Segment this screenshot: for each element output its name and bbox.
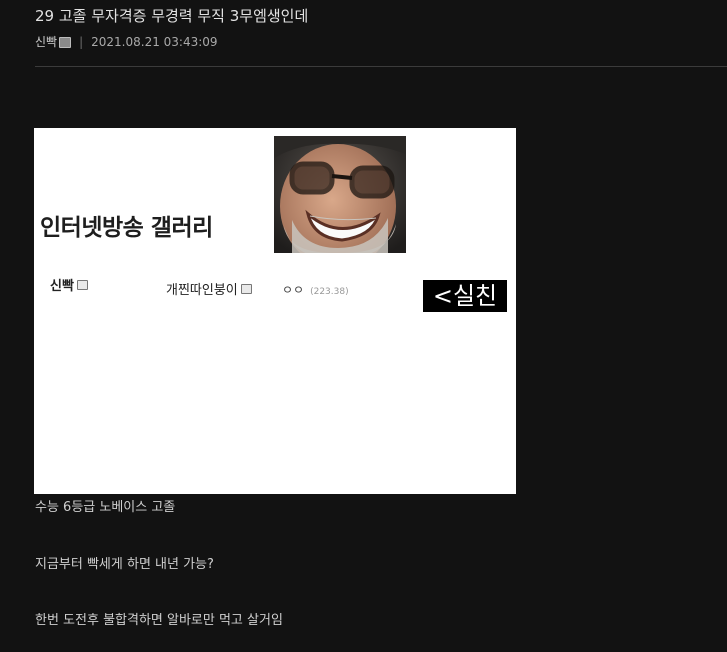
post-image: 인터넷방송 갤러리 신빡 개찐따인붕이 ㅇㅇ (223.38) <실친: [34, 128, 516, 494]
header-divider: [35, 66, 727, 67]
image-comment-ip: (223.38): [310, 287, 349, 297]
gallog-icon[interactable]: [59, 37, 72, 48]
face-photo: [274, 136, 406, 253]
meta-separator: |: [79, 34, 84, 49]
body-line-2: 지금부터 빡세게 하면 내년 가능?: [35, 557, 214, 572]
commenter-2: 개찐따인붕이: [166, 279, 252, 298]
commenter-1-nick: 신빡: [50, 279, 74, 294]
image-comment: ㅇㅇ (223.38): [282, 281, 349, 298]
commenter-1: 신빡: [50, 275, 88, 294]
post-title: 29 고졸 무자격증 무경력 무직 3무엠생인데: [35, 7, 309, 25]
gallog-icon: [76, 279, 88, 290]
image-comment-text: ㅇㅇ: [282, 283, 305, 297]
image-gallery-name: 인터넷방송 갤러리: [40, 215, 213, 241]
author-name[interactable]: 신빡: [35, 33, 57, 50]
post-meta: 신빡 | 2021.08.21 03:43:09: [35, 33, 218, 50]
image-caption: <실친: [423, 280, 507, 312]
body-line-1: 수능 6등급 노베이스 고졸: [35, 500, 176, 515]
gallog-icon: [240, 283, 252, 294]
body-line-3: 한번 도전후 불합격하면 알바로만 먹고 살거임: [35, 613, 283, 628]
commenter-2-nick: 개찐따인붕이: [166, 283, 238, 298]
post-datetime: 2021.08.21 03:43:09: [91, 34, 218, 49]
